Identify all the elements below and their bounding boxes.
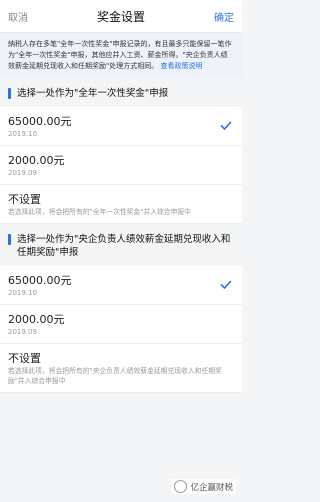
checkmark-icon — [220, 280, 232, 289]
policy-link[interactable]: 查看政策说明 — [160, 62, 202, 70]
checkmark-icon — [220, 121, 232, 130]
policy-notice: 納税人存在多笔"全年一次性奖金"申报记录的，有且最多只能保留一笔作为"全年一次性… — [0, 33, 242, 78]
option-note: 若选择此项，将会把所有的"全年一次性奖金"并入综合申报中 — [8, 208, 191, 216]
option-amount: 2000.00元 — [8, 154, 65, 167]
confirm-button[interactable]: 确定 — [214, 9, 234, 24]
section2-header: 选择一处作为"央企负责人绩效薪金延期兑现收入和任期奖励"申报 — [0, 224, 242, 266]
watermark-logo-icon — [174, 480, 188, 493]
bonus-option-none[interactable]: 不设置 若选择此项，将会把所有的"全年一次性奖金"并入综合申报中 — [0, 185, 242, 224]
option-date: 2019.09 — [8, 169, 37, 177]
nav-bar: 取消 奖金设置 确定 — [0, 0, 242, 33]
cancel-button[interactable]: 取消 — [8, 9, 28, 24]
option-amount: 65000.00元 — [8, 115, 72, 128]
incentive-option-none[interactable]: 不设置 若选择此项，将会把所有的"央企负责人绩效薪金延期兑现收入和任期奖励"并入… — [0, 344, 242, 393]
option-note: 若选择此项，将会把所有的"央企负责人绩效薪金延期兑现收入和任期奖励"并入综合申报… — [8, 367, 222, 385]
bonus-option-1[interactable]: 65000.00元 2019.10 — [0, 107, 242, 146]
incentive-option-2[interactable]: 2000.00元 2019.09 — [0, 305, 242, 344]
section-marker — [8, 88, 11, 99]
bonus-option-2[interactable]: 2000.00元 2019.09 — [0, 146, 242, 185]
section1-header: 选择一处作为"全年一次性奖金"申报 — [0, 78, 242, 107]
section1-title: 选择一处作为"全年一次性奖金"申报 — [17, 88, 169, 99]
option-date: 2019.10 — [8, 289, 37, 297]
option-amount: 65000.00元 — [8, 274, 72, 287]
option-amount: 2000.00元 — [8, 313, 65, 326]
section-marker — [8, 234, 11, 245]
page-title: 奖金设置 — [96, 9, 145, 24]
section2-title: 选择一处作为"央企负责人绩效薪金延期兑现收入和任期奖励"申报 — [17, 234, 231, 258]
watermark-text: 亿企赢财税 — [190, 482, 233, 493]
option-label: 不设置 — [8, 352, 41, 365]
option-date: 2019.09 — [8, 328, 37, 336]
option-date: 2019.10 — [8, 130, 37, 138]
incentive-option-1[interactable]: 65000.00元 2019.10 — [0, 266, 242, 305]
section1-options: 65000.00元 2019.10 2000.00元 2019.09 不设置 若… — [0, 107, 242, 224]
section2-options: 65000.00元 2019.10 2000.00元 2019.09 不设置 若… — [0, 266, 242, 393]
option-label: 不设置 — [8, 193, 41, 206]
watermark: 亿企赢财税 — [171, 479, 236, 494]
